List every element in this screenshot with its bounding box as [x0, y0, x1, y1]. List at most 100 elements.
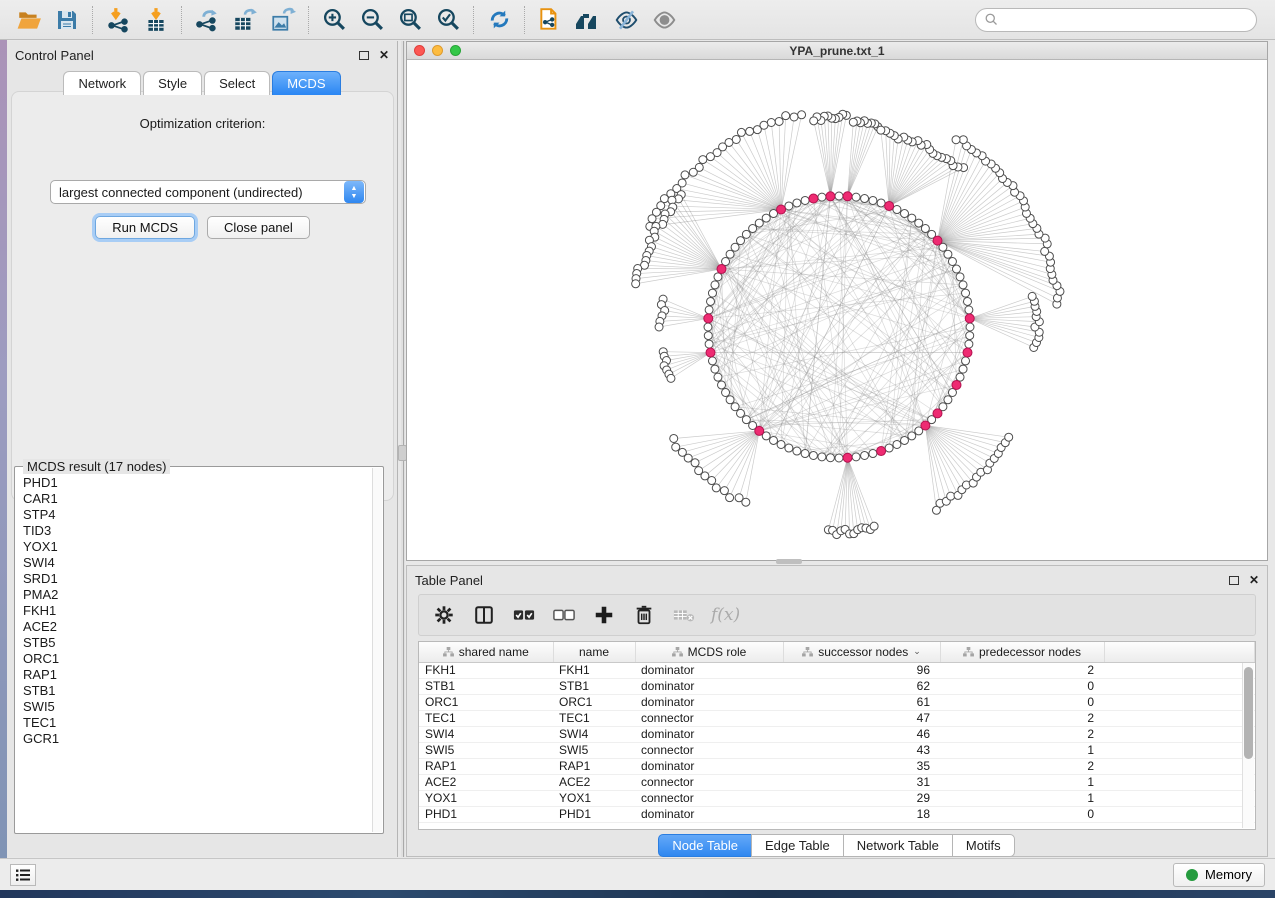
mcds-node[interactable]: [921, 421, 930, 430]
table-row[interactable]: SWI5SWI5connector431: [419, 742, 1255, 758]
close-panel-icon[interactable]: ✕: [379, 49, 389, 61]
vertical-splitter[interactable]: [401, 41, 405, 857]
mcds-result-item[interactable]: TEC1: [23, 715, 365, 731]
mcds-node[interactable]: [952, 380, 961, 389]
show-columns-icon[interactable]: [471, 602, 497, 628]
export-image-icon[interactable]: [264, 4, 302, 36]
mcds-node[interactable]: [755, 426, 764, 435]
network-window-titlebar[interactable]: YPA_prune.txt_1: [407, 42, 1267, 60]
table-row[interactable]: YOX1YOX1connector291: [419, 790, 1255, 806]
mcds-result-item[interactable]: STP4: [23, 507, 365, 523]
column-header-successor-nodes[interactable]: successor nodes⌄: [783, 642, 940, 662]
mcds-node[interactable]: [777, 205, 786, 214]
network-graph-canvas[interactable]: [407, 60, 1267, 560]
zoom-in-icon[interactable]: [315, 4, 353, 36]
memory-status-button[interactable]: Memory: [1173, 863, 1265, 887]
tab-node-table[interactable]: Node Table: [658, 834, 752, 857]
mcds-result-item[interactable]: ACE2: [23, 619, 365, 635]
refresh-icon[interactable]: [480, 4, 518, 36]
table-toolbar: f(x): [418, 594, 1256, 636]
column-header-predecessor-nodes[interactable]: predecessor nodes: [940, 642, 1104, 662]
table-row[interactable]: FKH1FKH1dominator962: [419, 662, 1255, 678]
mcds-result-item[interactable]: PMA2: [23, 587, 365, 603]
mcds-result-list[interactable]: PHD1CAR1STP4TID3YOX1SWI4SRD1PMA2FKH1ACE2…: [17, 471, 371, 831]
mcds-node[interactable]: [933, 236, 942, 245]
mcds-result-item[interactable]: SWI5: [23, 699, 365, 715]
tab-network[interactable]: Network: [63, 71, 141, 95]
task-history-button[interactable]: [10, 864, 36, 886]
share-network-icon[interactable]: [531, 4, 569, 36]
mcds-list-scrollbar[interactable]: [372, 468, 382, 832]
table-row[interactable]: ACE2ACE2connector311: [419, 774, 1255, 790]
mcds-node[interactable]: [877, 447, 886, 456]
search-input[interactable]: [999, 13, 1248, 27]
table-row[interactable]: STB1STB1dominator620: [419, 678, 1255, 694]
mcds-node[interactable]: [885, 201, 894, 210]
mcds-node[interactable]: [706, 348, 715, 357]
run-mcds-button[interactable]: Run MCDS: [95, 216, 195, 239]
tab-mcds[interactable]: MCDS: [272, 71, 340, 95]
column-header-name[interactable]: name: [553, 642, 635, 662]
tab-style[interactable]: Style: [143, 71, 202, 95]
close-panel-button[interactable]: Close panel: [207, 216, 310, 239]
mcds-result-item[interactable]: STB1: [23, 683, 365, 699]
import-table-icon[interactable]: [137, 4, 175, 36]
table-row[interactable]: TEC1TEC1connector472: [419, 710, 1255, 726]
tab-motifs[interactable]: Motifs: [952, 834, 1015, 857]
mcds-node[interactable]: [809, 194, 818, 203]
table-settings-gear-icon[interactable]: [431, 602, 457, 628]
column-header-MCDS-role[interactable]: MCDS role: [635, 642, 783, 662]
mcds-result-item[interactable]: YOX1: [23, 539, 365, 555]
select-all-rows-icon[interactable]: [511, 602, 537, 628]
mcds-result-item[interactable]: SWI4: [23, 555, 365, 571]
zoom-out-icon[interactable]: [353, 4, 391, 36]
open-file-icon[interactable]: [10, 4, 48, 36]
mcds-node[interactable]: [826, 192, 835, 201]
search-network-icon[interactable]: [569, 4, 607, 36]
optimization-criterion-select[interactable]: largest connected component (undirected)…: [50, 180, 366, 204]
table-scrollbar[interactable]: [1242, 663, 1254, 828]
column-header-filler: [1104, 642, 1255, 662]
export-table-icon[interactable]: [226, 4, 264, 36]
mcds-node[interactable]: [965, 314, 974, 323]
mcds-result-item[interactable]: GCR1: [23, 731, 365, 747]
tab-edge-table[interactable]: Edge Table: [751, 834, 844, 857]
show-annotations-icon[interactable]: [645, 4, 683, 36]
mcds-node[interactable]: [717, 265, 726, 274]
hide-annotations-icon[interactable]: [607, 4, 645, 36]
mcds-result-item[interactable]: RAP1: [23, 667, 365, 683]
float-panel-icon[interactable]: [359, 51, 369, 60]
mcds-result-item[interactable]: STB5: [23, 635, 365, 651]
create-column-icon[interactable]: [591, 602, 617, 628]
table-scrollbar-thumb[interactable]: [1244, 667, 1253, 759]
mcds-result-item[interactable]: CAR1: [23, 491, 365, 507]
deselect-all-rows-icon[interactable]: [551, 602, 577, 628]
table-row[interactable]: PHD1PHD1dominator180: [419, 806, 1255, 822]
horizontal-splitter-grip[interactable]: [776, 559, 802, 564]
mcds-node[interactable]: [843, 453, 852, 462]
delete-column-icon[interactable]: [631, 602, 657, 628]
network-search-field[interactable]: [975, 8, 1257, 32]
zoom-fit-icon[interactable]: [391, 4, 429, 36]
mcds-result-item[interactable]: FKH1: [23, 603, 365, 619]
column-header-shared-name[interactable]: shared name: [419, 642, 553, 662]
export-network-icon[interactable]: [188, 4, 226, 36]
table-row[interactable]: SWI4SWI4dominator462: [419, 726, 1255, 742]
tab-network-table[interactable]: Network Table: [843, 834, 953, 857]
mcds-result-item[interactable]: ORC1: [23, 651, 365, 667]
table-row[interactable]: ORC1ORC1dominator610: [419, 694, 1255, 710]
zoom-selected-icon[interactable]: [429, 4, 467, 36]
mcds-result-item[interactable]: PHD1: [23, 475, 365, 491]
close-table-panel-icon[interactable]: ✕: [1249, 574, 1259, 586]
import-network-icon[interactable]: [99, 4, 137, 36]
save-session-icon[interactable]: [48, 4, 86, 36]
mcds-node[interactable]: [963, 348, 972, 357]
mcds-node[interactable]: [933, 409, 942, 418]
float-table-panel-icon[interactable]: [1229, 576, 1239, 585]
mcds-result-item[interactable]: TID3: [23, 523, 365, 539]
tab-select[interactable]: Select: [204, 71, 270, 95]
mcds-node[interactable]: [843, 192, 852, 201]
table-row[interactable]: RAP1RAP1dominator352: [419, 758, 1255, 774]
mcds-result-item[interactable]: SRD1: [23, 571, 365, 587]
mcds-node[interactable]: [704, 314, 713, 323]
